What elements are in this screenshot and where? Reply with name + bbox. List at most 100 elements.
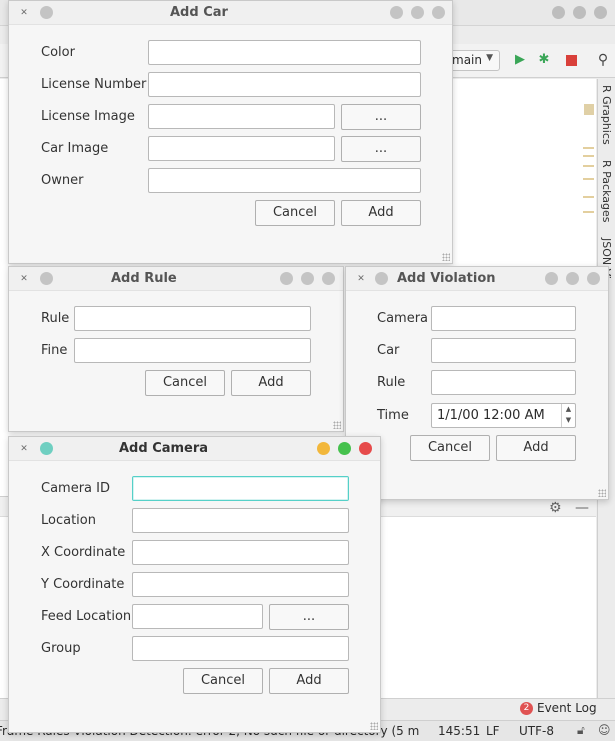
cancel-button[interactable]: Cancel: [410, 435, 490, 461]
maximize-button[interactable]: [338, 442, 351, 455]
event-log-label: Event Log: [537, 701, 597, 715]
ide-maximize-button[interactable]: [573, 6, 586, 19]
car-image-input[interactable]: [148, 136, 335, 161]
gutter-marker: [583, 147, 594, 149]
time-value: 1/1/00 12:00 AM: [437, 408, 545, 423]
window-menu-button[interactable]: [40, 6, 53, 19]
maximize-button[interactable]: [301, 272, 314, 285]
window-menu-button[interactable]: [375, 272, 388, 285]
feed-location-input[interactable]: [132, 604, 263, 629]
app-icon: ✕: [357, 274, 365, 284]
cancel-button[interactable]: Cancel: [145, 370, 225, 396]
add-rule-titlebar[interactable]: ✕ Add Rule: [9, 267, 343, 291]
add-button[interactable]: Add: [231, 370, 311, 396]
run-config-label: main: [452, 53, 482, 67]
close-button[interactable]: [587, 272, 600, 285]
search-icon[interactable]: ⚲: [596, 53, 610, 67]
minimize-button[interactable]: [545, 272, 558, 285]
color-label: Color: [41, 45, 75, 60]
minimize-icon[interactable]: —: [575, 500, 589, 516]
fine-input[interactable]: [74, 338, 311, 363]
x-coordinate-label: X Coordinate: [41, 545, 126, 560]
camera-id-label: Camera ID: [41, 481, 110, 496]
x-coordinate-input[interactable]: [132, 540, 349, 565]
add-button[interactable]: Add: [341, 200, 421, 226]
resize-grip[interactable]: [442, 253, 450, 261]
gutter-marker: [583, 165, 594, 167]
tool-tab-r-graphics[interactable]: R Graphics: [600, 85, 613, 145]
cancel-button[interactable]: Cancel: [183, 668, 263, 694]
ide-minimize-button[interactable]: [552, 6, 565, 19]
location-label: Location: [41, 513, 96, 528]
car-label: Car: [377, 343, 400, 358]
event-count-badge: 2: [520, 701, 533, 715]
minimize-button[interactable]: [317, 442, 330, 455]
license-image-input[interactable]: [148, 104, 335, 129]
face-icon[interactable]: ☺: [598, 723, 611, 737]
feed-location-browse-button[interactable]: ...: [269, 604, 349, 630]
dialog-title: Add Violation: [397, 271, 496, 286]
license-image-label: License Image: [41, 109, 135, 124]
close-button[interactable]: [432, 6, 445, 19]
cancel-button[interactable]: Cancel: [255, 200, 335, 226]
close-button[interactable]: [359, 442, 372, 455]
resize-grip[interactable]: [370, 722, 378, 730]
run-icon[interactable]: ▶: [513, 53, 527, 67]
y-coordinate-input[interactable]: [132, 572, 349, 597]
add-violation-titlebar[interactable]: ✕ Add Violation: [346, 267, 608, 291]
caret-position[interactable]: 145:51: [438, 724, 480, 738]
window-menu-button[interactable]: [40, 272, 53, 285]
debug-icon[interactable]: ✱: [537, 53, 551, 67]
camera-input[interactable]: [431, 306, 576, 331]
dialog-title: Add Rule: [111, 271, 177, 286]
add-button[interactable]: Add: [269, 668, 349, 694]
app-icon: ✕: [20, 8, 28, 18]
minimize-button[interactable]: [390, 6, 403, 19]
time-label: Time: [377, 408, 409, 423]
maximize-button[interactable]: [566, 272, 579, 285]
rule-input[interactable]: [431, 370, 576, 395]
ide-close-button[interactable]: [594, 6, 607, 19]
camera-label: Camera: [377, 311, 429, 326]
dialog-title: Add Car: [170, 5, 228, 20]
owner-input[interactable]: [148, 168, 421, 193]
license-image-browse-button[interactable]: ...: [341, 104, 421, 130]
gutter-marker: [583, 178, 594, 180]
location-input[interactable]: [132, 508, 349, 533]
lock-icon[interactable]: 🔓︎: [577, 723, 585, 738]
resize-grip[interactable]: [333, 421, 341, 429]
color-input[interactable]: [148, 40, 421, 65]
resize-grip[interactable]: [598, 489, 606, 497]
gear-icon[interactable]: ⚙: [549, 500, 562, 516]
tool-tab-r-packages[interactable]: R Packages: [600, 160, 613, 222]
gutter-marker: [583, 196, 594, 198]
fine-label: Fine: [41, 343, 68, 358]
spinner-arrows[interactable]: ▲ ▼: [561, 404, 575, 427]
group-label: Group: [41, 641, 81, 656]
rule-input[interactable]: [74, 306, 311, 331]
event-log-button[interactable]: 2 Event Log: [520, 701, 597, 715]
dialog-title: Add Camera: [119, 441, 209, 456]
owner-label: Owner: [41, 173, 84, 188]
close-button[interactable]: [322, 272, 335, 285]
add-car-titlebar[interactable]: ✕ Add Car: [9, 1, 452, 25]
minimize-button[interactable]: [280, 272, 293, 285]
maximize-button[interactable]: [411, 6, 424, 19]
file-encoding[interactable]: UTF-8: [519, 724, 554, 738]
app-icon: ✕: [20, 274, 28, 284]
rule-label: Rule: [377, 375, 406, 390]
camera-id-input[interactable]: [132, 476, 349, 501]
add-button[interactable]: Add: [496, 435, 576, 461]
license-number-input[interactable]: [148, 72, 421, 97]
time-spinner[interactable]: 1/1/00 12:00 AM ▲ ▼: [431, 403, 576, 428]
group-input[interactable]: [132, 636, 349, 661]
add-camera-titlebar[interactable]: ✕ Add Camera: [9, 437, 380, 461]
app-icon: ✕: [20, 444, 28, 454]
line-separator[interactable]: LF: [486, 724, 500, 738]
car-image-label: Car Image: [41, 141, 109, 156]
car-image-browse-button[interactable]: ...: [341, 136, 421, 162]
car-input[interactable]: [431, 338, 576, 363]
stop-icon[interactable]: [566, 55, 577, 66]
gutter-marker: [584, 104, 594, 115]
window-menu-button[interactable]: [40, 442, 53, 455]
